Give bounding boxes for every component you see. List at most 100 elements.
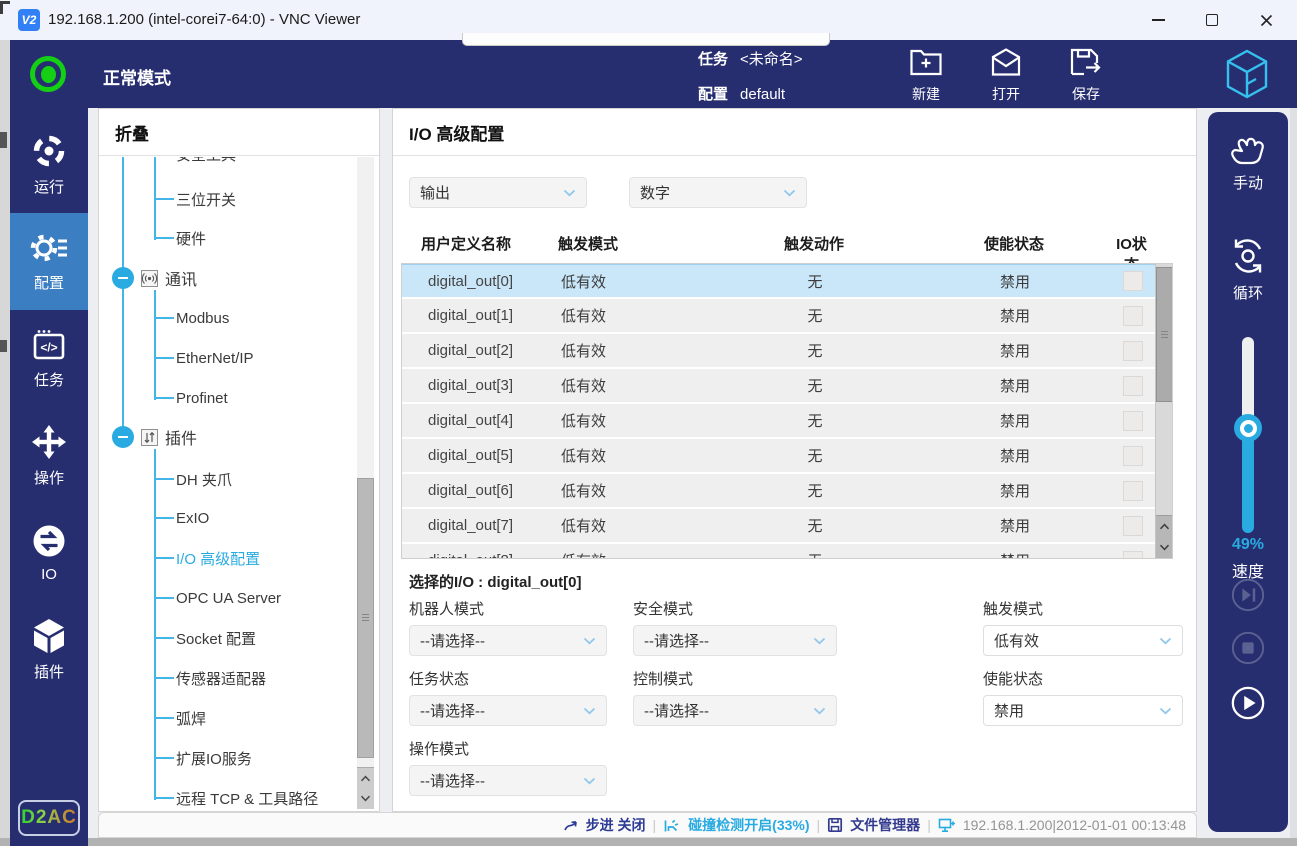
- robot-mode-field: 机器人模式 --请选择--: [409, 598, 607, 656]
- io-type-select[interactable]: 数字: [629, 177, 807, 208]
- scroll-down-button[interactable]: [357, 789, 374, 810]
- table-row[interactable]: digital_out[4]低有效 无禁用: [402, 404, 1155, 439]
- trigger-mode-select[interactable]: 低有效: [983, 625, 1183, 656]
- collapse-button[interactable]: 折叠: [99, 109, 379, 156]
- nav-item-config[interactable]: 配置: [10, 213, 88, 310]
- io-state-checkbox[interactable]: [1123, 411, 1143, 431]
- task-value: <未命名>: [740, 51, 803, 68]
- mode-status-icon: [30, 56, 66, 92]
- tree-item-remote-tcp-toolpath[interactable]: 远程 TCP & 工具路径: [99, 778, 355, 811]
- hand-icon: [1226, 132, 1270, 168]
- table-row[interactable]: digital_out[2]低有效 无禁用: [402, 334, 1155, 369]
- enable-state-field: 使能状态 禁用: [983, 668, 1183, 726]
- play-button[interactable]: [1230, 685, 1266, 721]
- save-button[interactable]: 保存: [1054, 47, 1118, 104]
- table-scrollbar-thumb[interactable]: [1156, 267, 1173, 402]
- tree-item-safety-tool[interactable]: 安全工具: [99, 157, 355, 174]
- io-state-checkbox[interactable]: [1123, 376, 1143, 396]
- vnc-toolbar-tab[interactable]: [462, 33, 830, 46]
- table-row[interactable]: digital_out[7]低有效 无禁用: [402, 509, 1155, 544]
- tree-item-modbus[interactable]: Modbus: [99, 298, 355, 338]
- close-button[interactable]: [1239, 0, 1293, 40]
- tree-group-plugin[interactable]: 插件: [99, 417, 355, 457]
- scroll-up-button[interactable]: [1156, 516, 1173, 537]
- table-row[interactable]: digital_out[0]低有效 无禁用: [402, 264, 1155, 299]
- scroll-up-button[interactable]: [357, 768, 374, 789]
- robot-mode-select[interactable]: --请选择--: [409, 625, 607, 656]
- nav-item-task[interactable]: </> 任务: [10, 310, 88, 407]
- new-button[interactable]: 新建: [894, 47, 958, 104]
- status-bar: 步进 关闭 | 碰撞检测开启(33%) | 文件管理器 | 192.168.1.…: [98, 812, 1197, 838]
- cycle-mode-button[interactable]: [1208, 236, 1288, 281]
- tree-item-arc-welding[interactable]: 弧焊: [99, 698, 355, 738]
- connection-info: 192.168.1.200|2012-01-01 00:13:48: [963, 817, 1186, 833]
- nav-item-run[interactable]: 运行: [10, 116, 88, 213]
- operation-mode-select[interactable]: --请选择--: [409, 765, 607, 796]
- io-state-checkbox[interactable]: [1123, 446, 1143, 466]
- step-mode-status[interactable]: 步进 关闭: [586, 815, 646, 835]
- stop-icon: [1230, 630, 1266, 666]
- tree-item-opc-ua-server[interactable]: OPC UA Server: [99, 578, 355, 618]
- tree-item-extended-io-service[interactable]: 扩展IO服务: [99, 738, 355, 778]
- step-forward-button[interactable]: [1230, 577, 1266, 613]
- tree-item-hardware[interactable]: 硬件: [99, 218, 355, 258]
- svg-text:</>: </>: [40, 340, 57, 354]
- table-row[interactable]: digital_out[8]低有效 无禁用: [402, 544, 1155, 559]
- table-row[interactable]: digital_out[1]低有效 无禁用: [402, 299, 1155, 334]
- d2ac-logo: D2AC: [18, 800, 80, 836]
- open-button[interactable]: 打开: [974, 47, 1038, 104]
- chevron-down-icon: [813, 637, 826, 645]
- io-state-checkbox[interactable]: [1123, 516, 1143, 536]
- io-state-checkbox[interactable]: [1123, 341, 1143, 361]
- io-state-checkbox[interactable]: [1123, 551, 1143, 560]
- task-state-select[interactable]: --请选择--: [409, 695, 607, 726]
- scroll-down-button[interactable]: [1156, 537, 1173, 558]
- io-state-checkbox[interactable]: [1123, 271, 1143, 291]
- tree-item-sensor-adapter[interactable]: 传感器适配器: [99, 658, 355, 698]
- nav-item-io[interactable]: IO: [10, 504, 88, 601]
- table-scrollbar[interactable]: [1155, 264, 1172, 558]
- safety-mode-select[interactable]: --请选择--: [633, 625, 837, 656]
- manual-mode-button[interactable]: [1208, 132, 1288, 173]
- tree-group-communication[interactable]: 通讯: [99, 258, 355, 298]
- open-icon: [990, 47, 1022, 77]
- tree-item-profinet[interactable]: Profinet: [99, 378, 355, 418]
- tree-item-three-position-switch[interactable]: 三位开关: [99, 179, 355, 219]
- tree-item-exio[interactable]: ExIO: [99, 498, 355, 538]
- tree-item-ethernet-ip[interactable]: EtherNet/IP: [99, 338, 355, 378]
- config-tree-panel: 折叠 安全工具 三位开关 硬件 通讯 Modbus EtherNet/IP Pr…: [98, 108, 380, 812]
- file-manager-link[interactable]: 文件管理器: [850, 815, 920, 835]
- collision-detect-status[interactable]: 碰撞检测开启(33%): [688, 815, 809, 835]
- stop-button[interactable]: [1230, 630, 1266, 666]
- collapse-toggle-icon[interactable]: [112, 426, 134, 448]
- collapse-toggle-icon[interactable]: [112, 267, 134, 289]
- updown-arrows-icon: [141, 429, 158, 446]
- config-tree: 安全工具 三位开关 硬件 通讯 Modbus EtherNet/IP Profi…: [99, 157, 379, 811]
- tree-item-dh-gripper[interactable]: DH 夹爪: [99, 459, 355, 499]
- table-row[interactable]: digital_out[5]低有效 无禁用: [402, 439, 1155, 474]
- minimize-button[interactable]: [1131, 0, 1185, 40]
- table-row[interactable]: digital_out[6]低有效 无禁用: [402, 474, 1155, 509]
- nav-item-plugin[interactable]: 插件: [10, 601, 88, 698]
- new-file-icon: [909, 47, 943, 77]
- speed-slider-thumb[interactable]: [1234, 414, 1262, 442]
- tree-scrollbar-thumb[interactable]: [357, 478, 374, 758]
- maximize-button[interactable]: [1185, 0, 1239, 40]
- speed-slider-fill[interactable]: [1242, 429, 1254, 533]
- io-direction-select[interactable]: 输出: [409, 177, 587, 208]
- chevron-down-icon: [1159, 707, 1172, 715]
- code-window-icon: </>: [32, 328, 66, 362]
- enable-state-select[interactable]: 禁用: [983, 695, 1183, 726]
- tree-scrollbar[interactable]: [357, 157, 374, 809]
- tree-item-socket-config[interactable]: Socket 配置: [99, 618, 355, 658]
- tree-item-io-advanced-config[interactable]: I/O 高级配置: [99, 538, 355, 578]
- chevron-down-icon: [563, 189, 576, 197]
- io-state-checkbox[interactable]: [1123, 481, 1143, 501]
- page-title: I/O 高级配置: [393, 109, 1196, 156]
- table-row[interactable]: digital_out[3]低有效 无禁用: [402, 369, 1155, 404]
- background-artifact: [0, 132, 7, 148]
- right-control-sidebar: 手动 循环 49% 速度: [1208, 112, 1288, 832]
- nav-item-operate[interactable]: 操作: [10, 407, 88, 504]
- control-mode-select[interactable]: --请选择--: [633, 695, 837, 726]
- io-state-checkbox[interactable]: [1123, 306, 1143, 326]
